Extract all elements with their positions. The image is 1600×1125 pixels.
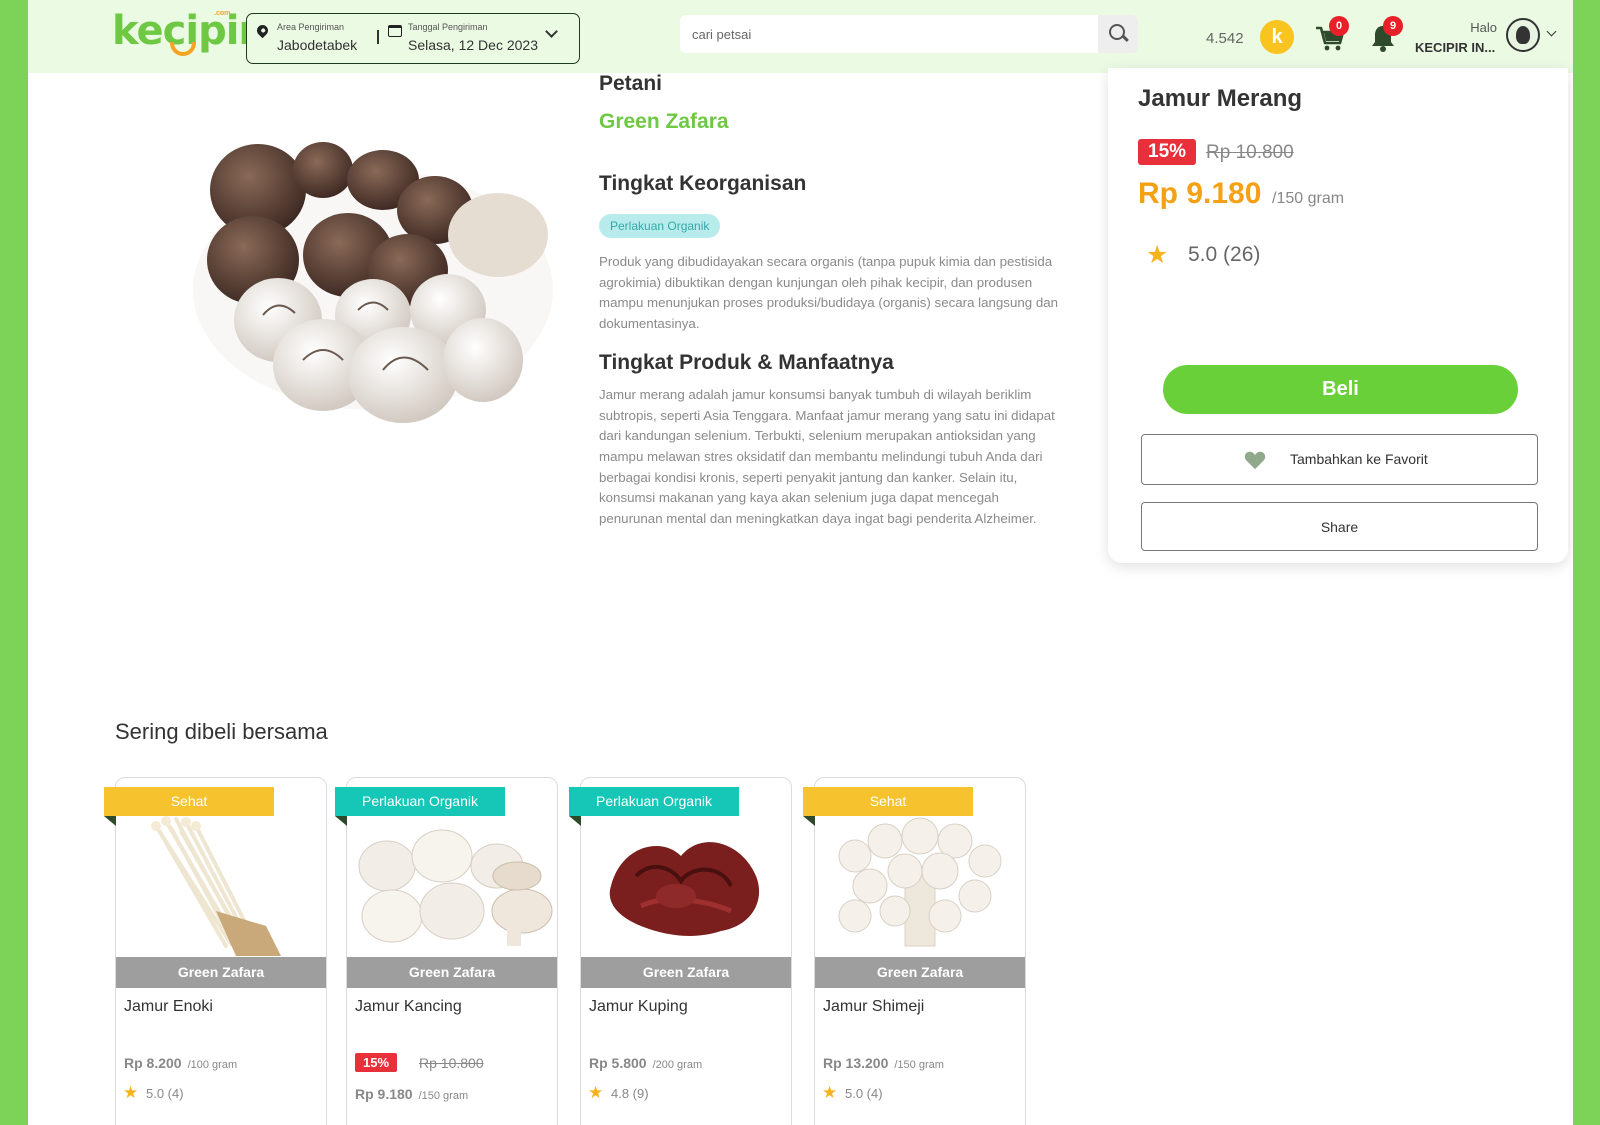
price-unit: /200 gram (652, 1059, 703, 1071)
product-rating: 5.0 (4) (845, 1086, 883, 1101)
product-price: Rp 8.200/100 gram (124, 1055, 237, 1071)
current-price: Rp 9.180 (1138, 177, 1262, 210)
cart-count-badge: 0 (1329, 16, 1349, 36)
discount-badge: 15% (355, 1053, 398, 1072)
date-label: Tanggal Pengiriman (408, 22, 488, 32)
cart-icon[interactable]: 0 (1314, 16, 1349, 54)
price-value: Rp 5.800 (589, 1055, 647, 1071)
product-name[interactable]: Jamur Kancing (355, 998, 462, 1016)
farmer-bar: Green Zafara (581, 957, 791, 988)
price-value: Rp 8.200 (124, 1055, 182, 1071)
farmer-bar: Green Zafara (347, 957, 557, 988)
original-price: Rp 10.800 (419, 1055, 484, 1071)
product-price: Rp 13.200/150 gram (823, 1055, 944, 1071)
favorite-label: Tambahkan ke Favorit (1290, 451, 1428, 467)
price-value: Rp 13.200 (823, 1055, 889, 1071)
coin-icon[interactable]: k (1260, 20, 1294, 54)
star-icon: ★ (822, 1083, 838, 1102)
tag-badge: Perlakuan Organik (335, 787, 505, 816)
search-input[interactable] (692, 15, 1092, 53)
farmer-label: Petani (599, 72, 663, 95)
product-card-jamur-kuping[interactable]: Perlakuan Organik Green Zafara Jamur Kup… (569, 777, 792, 1125)
price-unit: /150 gram (1272, 190, 1345, 207)
benefit-title: Tingkat Produk & Manfaatnya (599, 350, 894, 374)
ribbon-fold (335, 816, 347, 826)
greeting-text: Halo (1470, 20, 1497, 35)
username[interactable]: KECIPIR IN... (1415, 40, 1495, 55)
tag-badge: Perlakuan Organik (569, 787, 739, 816)
notification-bell-icon[interactable]: 9 (1367, 16, 1403, 54)
product-rating: 5.0 (4) (146, 1086, 184, 1101)
points-balance: 4.542 (1206, 30, 1244, 47)
search-icon[interactable] (1098, 15, 1138, 53)
location-pin-icon (254, 22, 271, 39)
share-button[interactable]: Share (1141, 502, 1538, 551)
product-thumbnail[interactable] (347, 816, 557, 956)
benefit-description: Jamur merang adalah jamur konsumsi banya… (599, 386, 1055, 527)
product-name[interactable]: Jamur Enoki (124, 998, 213, 1016)
product-rating: 4.8 (9) (611, 1086, 649, 1101)
price-unit: /150 gram (418, 1090, 469, 1102)
product-card-jamur-shimeji[interactable]: Sehat Green Zafara Jamur Shimeji Rp 13.2… (803, 777, 1026, 1125)
tag-badge: Sehat (104, 787, 274, 816)
farmer-name-link[interactable]: Green Zafara (599, 110, 1059, 134)
logo-suffix: .com (214, 10, 231, 17)
buy-button[interactable]: Beli (1163, 365, 1518, 414)
date-value: Selasa, 12 Dec 2023 (408, 37, 538, 53)
tag-badge: Sehat (803, 787, 973, 816)
ribbon-fold (569, 816, 581, 826)
divider (377, 30, 379, 44)
product-image (143, 110, 563, 450)
product-price: Rp 9.180/150 gram (355, 1086, 468, 1102)
product-name[interactable]: Jamur Kuping (589, 998, 688, 1016)
star-icon: ★ (1146, 241, 1169, 269)
star-icon: ★ (588, 1083, 604, 1102)
star-icon: ★ (123, 1083, 139, 1102)
product-name[interactable]: Jamur Shimeji (823, 998, 924, 1016)
product-rating: 5.0 (26) (1188, 243, 1261, 266)
price-unit: /100 gram (187, 1059, 238, 1071)
avatar[interactable] (1506, 18, 1540, 52)
product-price: Rp 5.800/200 gram (589, 1055, 702, 1071)
calendar-icon (388, 25, 402, 37)
farmer-bar: Green Zafara (116, 957, 326, 988)
delivery-selector[interactable]: Area Pengiriman Jabodetabek Tanggal Peng… (246, 13, 580, 64)
search-bar (680, 15, 1138, 53)
ribbon-fold (803, 816, 815, 826)
product-thumbnail[interactable] (581, 816, 791, 956)
purchase-card: Jamur Merang 15% Rp 10.800 Rp 9.180 /150… (1108, 68, 1568, 563)
product-card-jamur-kancing[interactable]: Perlakuan Organik Green Zafara Jamur Kan… (335, 777, 558, 1125)
kecipir-logo[interactable]: kecipir .com (112, 4, 258, 66)
product-info: Petani Green Zafara Tingkat Keorganisan … (599, 72, 1059, 530)
related-section-title: Sering dibeli bersama (115, 719, 328, 744)
product-thumbnail[interactable] (116, 816, 326, 956)
organic-badge: Perlakuan Organik (599, 214, 721, 238)
chevron-down-icon[interactable] (1546, 26, 1557, 37)
ribbon-fold (104, 816, 116, 826)
area-value: Jabodetabek (277, 37, 358, 53)
area-label: Area Pengiriman (277, 22, 345, 32)
top-navbar: kecipir .com Area Pengiriman Jabodetabek… (28, 0, 1573, 73)
heart-icon (1244, 451, 1266, 470)
add-to-favorite-button[interactable]: Tambahkan ke Favorit (1141, 434, 1538, 485)
chevron-down-icon[interactable] (545, 25, 558, 38)
price-value: Rp 9.180 (355, 1086, 413, 1102)
product-thumbnail[interactable] (815, 816, 1025, 956)
price-unit: /150 gram (894, 1059, 944, 1071)
discount-badge: 15% (1138, 139, 1197, 165)
notification-count-badge: 9 (1383, 16, 1403, 36)
right-margin (1573, 0, 1600, 1125)
organic-description: Produk yang dibudidayakan secara organis… (599, 254, 1059, 332)
organic-level-title: Tingkat Keorganisan (599, 172, 807, 195)
original-price: Rp 10.800 (1206, 142, 1294, 163)
product-title: Jamur Merang (1138, 85, 1303, 112)
product-card-jamur-enoki[interactable]: Sehat Green Zafara Jamur Enoki Rp 8.200/… (104, 777, 327, 1125)
page: kecipir .com Area Pengiriman Jabodetabek… (28, 0, 1573, 1125)
farmer-bar: Green Zafara (815, 957, 1025, 988)
